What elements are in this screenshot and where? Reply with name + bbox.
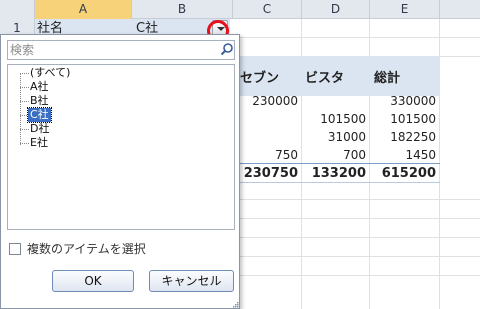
column-header-a[interactable]: A [35,0,132,19]
cell-d-r3: 31000 [327,130,366,144]
filter-item-b[interactable]: B社 [30,94,49,108]
filter-item-e[interactable]: E社 [30,136,48,150]
cell-e-r1: 330000 [390,94,436,108]
multi-select-label[interactable]: 複数のアイテムを選択 [27,241,146,257]
cell-c-r3 [240,128,298,147]
tree-connector [20,73,29,74]
cell-e-r2: 101500 [390,112,436,126]
column-header-c[interactable]: C [233,0,302,19]
column-header-b[interactable]: B [132,0,233,19]
pivot-header-c: セブン [240,71,280,86]
tree-connector [20,87,29,88]
cancel-button[interactable]: キャンセル [149,270,234,292]
cell-c-r2 [240,110,298,129]
filter-item-c-selected[interactable]: C社 [27,107,52,123]
search-placeholder[interactable]: 検索 [10,42,190,58]
pivot-header-d: ビスタ [305,71,345,86]
select-all-corner[interactable] [0,0,35,19]
filter-item-d[interactable]: D社 [30,122,49,136]
cell-d-r2: 101500 [320,112,366,126]
total-d: 133200 [311,166,366,181]
column-header-d[interactable]: D [302,0,370,19]
total-e: 615200 [381,166,436,181]
tree-connector [20,129,29,130]
multi-select-checkbox[interactable] [9,243,21,255]
search-icon[interactable] [220,42,234,56]
filter-item-all[interactable]: (すべて) [30,66,70,80]
total-bottom-line [230,182,440,183]
ok-button[interactable]: OK [52,270,134,292]
column-header-e[interactable]: E [370,0,440,19]
tree-connector [20,143,29,144]
cell-e-r3: 182250 [390,130,436,144]
cell-c-r1: 230000 [252,94,298,108]
cell-d-r1 [305,92,366,111]
tree-connector [20,101,29,102]
total-c: 230750 [243,166,298,181]
pivot-header-e: 総計 [374,71,401,86]
resize-grip-icon[interactable] [231,300,239,308]
filter-item-a[interactable]: A社 [30,80,49,94]
tree-connector [20,73,21,145]
